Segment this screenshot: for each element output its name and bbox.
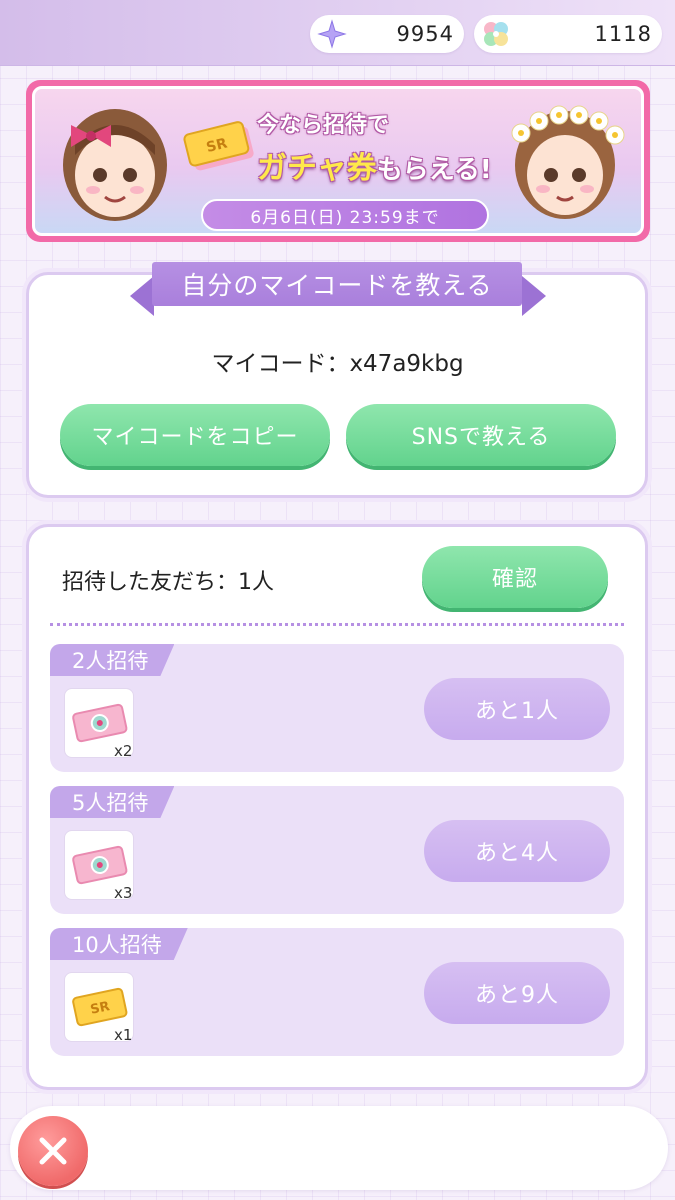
banner-deadline: 6月6日(日) 23:59まで — [201, 199, 489, 231]
banner-title-line1: 今なら招待で — [257, 113, 390, 138]
ribbon-tail-right — [522, 276, 546, 316]
banner-title-highlight: ガチャ券 — [257, 151, 377, 186]
sr-ticket-icon: SR — [183, 121, 254, 171]
clover-icon — [484, 22, 508, 46]
mycode-section-title: 自分のマイコードを教える — [152, 262, 522, 306]
reward-item-count: x1 — [114, 1026, 133, 1044]
reward-item-count: x3 — [114, 884, 133, 902]
tier-label: 5人招待 — [50, 786, 174, 818]
dotted-divider — [50, 623, 624, 626]
sparkle-star-icon — [317, 19, 347, 49]
right-character-illustration — [511, 105, 625, 219]
remaining-invites-button[interactable]: あと4人 — [424, 820, 610, 882]
banner-artwork: SR 今なら招待で ガチャ券もらえる! 6月6日(日) 23:59まで — [32, 86, 644, 236]
close-icon — [39, 1137, 67, 1165]
reward-tier-2: 2人招待 x2 あと1人 — [50, 644, 624, 772]
left-character-illustration — [63, 109, 167, 221]
tier-label: 10人招待 — [50, 928, 188, 960]
star-currency-value: 9954 — [396, 22, 454, 46]
invite-campaign-banner[interactable]: SR 今なら招待で ガチャ券もらえる! 6月6日(日) 23:59まで — [26, 80, 650, 242]
ribbon-tail-left — [130, 276, 154, 316]
reward-tier-10: 10人招待 SR x1 あと9人 — [50, 928, 624, 1056]
bottom-bar — [10, 1106, 668, 1190]
close-button[interactable] — [18, 1116, 88, 1186]
mycode-value: マイコード：x47a9kbg — [211, 351, 464, 377]
copy-mycode-button[interactable]: マイコードをコピー — [60, 404, 330, 466]
clover-currency-display[interactable]: 1118 — [474, 15, 662, 53]
star-currency-display[interactable]: 9954 — [310, 15, 464, 53]
invited-friends-count: 招待した友だち：1人 — [62, 570, 274, 595]
remaining-invites-button[interactable]: あと9人 — [424, 962, 610, 1024]
reward-item-count: x2 — [114, 742, 133, 760]
reward-tier-5: 5人招待 x3 あと4人 — [50, 786, 624, 914]
share-sns-button[interactable]: SNSで教える — [346, 404, 616, 466]
banner-title-rest: もらえる! — [376, 155, 492, 185]
banner-title-line2: ガチャ券もらえる! — [257, 143, 492, 187]
confirm-button[interactable]: 確認 — [422, 546, 608, 608]
clover-currency-value: 1118 — [594, 22, 652, 46]
tier-label: 2人招待 — [50, 644, 174, 676]
remaining-invites-button[interactable]: あと1人 — [424, 678, 610, 740]
